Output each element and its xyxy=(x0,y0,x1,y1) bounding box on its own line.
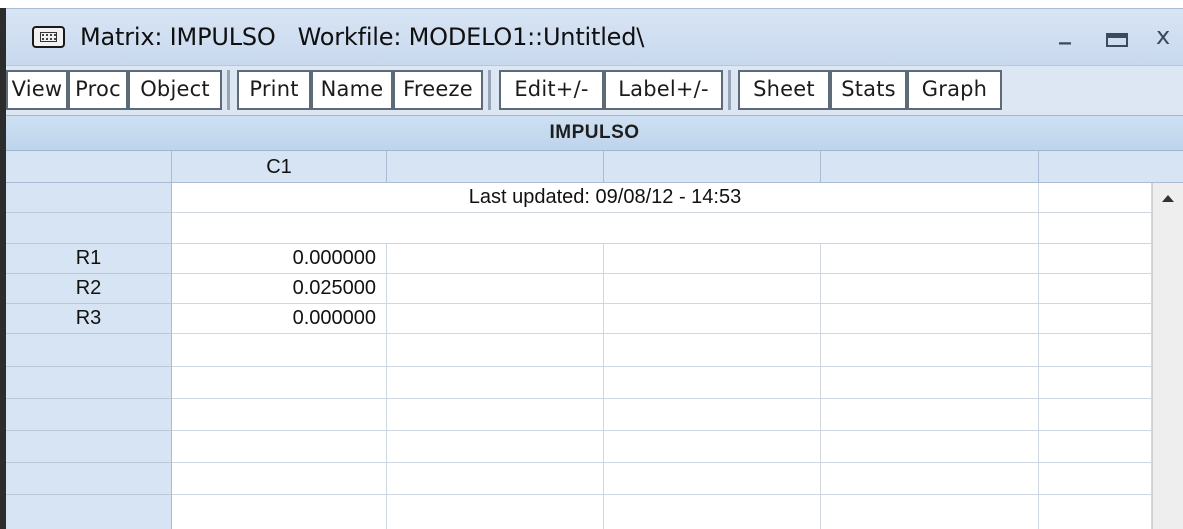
grid-cell[interactable] xyxy=(604,431,821,463)
grid-cell[interactable] xyxy=(821,399,1039,431)
row-header[interactable] xyxy=(6,431,172,463)
grid-cell[interactable] xyxy=(604,334,821,367)
row-header[interactable] xyxy=(6,334,172,367)
title-workfile: Workfile: MODELO1::Untitled\ xyxy=(297,23,645,51)
row-header-r1[interactable]: R1 xyxy=(6,244,172,274)
proc-button[interactable]: Proc xyxy=(68,70,128,110)
grid-cell[interactable] xyxy=(821,367,1039,399)
cell-r2-c1[interactable]: 0.025000 xyxy=(172,274,387,304)
cell-r1-c1[interactable]: 0.000000 xyxy=(172,244,387,274)
name-button[interactable]: Name xyxy=(311,70,393,110)
edit-button[interactable]: Edit+/- xyxy=(499,70,604,110)
stats-button[interactable]: Stats xyxy=(830,70,907,110)
title-bar[interactable]: Matrix: IMPULSO Workfile: MODELO1::Untitl… xyxy=(6,9,1183,65)
window-title: Matrix: IMPULSO Workfile: MODELO1::Untitl… xyxy=(80,23,644,51)
grid-cell[interactable] xyxy=(172,495,387,529)
grid-cell[interactable] xyxy=(1039,183,1152,213)
row-header[interactable] xyxy=(6,495,172,529)
minimize-button[interactable]: _ xyxy=(1059,17,1071,45)
row-header-r2[interactable]: R2 xyxy=(6,274,172,304)
view-button[interactable]: View xyxy=(6,70,68,110)
toolbar: View Proc Object Print Name Freeze Edit+… xyxy=(6,65,1183,115)
scroll-up-arrow-icon[interactable] xyxy=(1162,195,1174,202)
grid-cell[interactable] xyxy=(387,495,604,529)
grid-cell[interactable] xyxy=(604,495,821,529)
matrix-icon xyxy=(32,26,65,48)
grid-cell[interactable] xyxy=(604,244,821,274)
freeze-button[interactable]: Freeze xyxy=(393,70,483,110)
title-matrix: Matrix: IMPULSO xyxy=(80,23,276,51)
toolbar-separator xyxy=(488,70,491,110)
toolbar-separator xyxy=(728,70,731,110)
grid-cell[interactable] xyxy=(821,274,1039,304)
grid-cell[interactable] xyxy=(821,463,1039,495)
row-header[interactable] xyxy=(6,183,172,213)
matrix-window: Matrix: IMPULSO Workfile: MODELO1::Untitl… xyxy=(6,8,1183,529)
corner-cell xyxy=(6,151,172,183)
column-header[interactable] xyxy=(604,151,821,183)
grid-cell[interactable] xyxy=(1039,495,1152,529)
grid-cell[interactable] xyxy=(1039,431,1152,463)
grid-cell[interactable] xyxy=(821,304,1039,334)
grid-cell[interactable] xyxy=(604,304,821,334)
grid-cell[interactable] xyxy=(387,463,604,495)
grid-cell[interactable] xyxy=(1039,399,1152,431)
print-button[interactable]: Print xyxy=(237,70,311,110)
grid-cell[interactable] xyxy=(1039,367,1152,399)
column-header-c1[interactable]: C1 xyxy=(172,151,387,183)
row-header[interactable] xyxy=(6,213,172,244)
grid-cell[interactable] xyxy=(387,367,604,399)
grid-cell[interactable] xyxy=(387,399,604,431)
grid-cell[interactable] xyxy=(1039,213,1152,244)
matrix-grid[interactable]: C1 Last updated: 09/08/12 - 14:53 R1 0.0… xyxy=(6,151,1183,529)
grid-cell[interactable] xyxy=(1039,274,1152,304)
grid-cell[interactable] xyxy=(387,431,604,463)
sheet-button[interactable]: Sheet xyxy=(738,70,830,110)
grid-cell[interactable] xyxy=(172,213,1039,244)
column-header-row: C1 xyxy=(6,151,1183,183)
vertical-scrollbar[interactable] xyxy=(1152,183,1183,529)
maximize-button[interactable] xyxy=(1106,33,1128,47)
label-button[interactable]: Label+/- xyxy=(604,70,723,110)
grid-cell[interactable] xyxy=(387,244,604,274)
grid-cell[interactable] xyxy=(821,431,1039,463)
matrix-title-bar: IMPULSO xyxy=(6,115,1183,151)
grid-cell[interactable] xyxy=(172,367,387,399)
object-button[interactable]: Object xyxy=(128,70,222,110)
grid-cell[interactable] xyxy=(387,304,604,334)
grid-cell[interactable] xyxy=(821,244,1039,274)
grid-cell[interactable] xyxy=(1039,463,1152,495)
row-header-r3[interactable]: R3 xyxy=(6,304,172,334)
grid-cell[interactable] xyxy=(172,463,387,495)
grid-cell[interactable] xyxy=(387,274,604,304)
last-updated-cell[interactable]: Last updated: 09/08/12 - 14:53 xyxy=(172,183,1039,213)
grid-cell[interactable] xyxy=(604,274,821,304)
grid-cell[interactable] xyxy=(172,431,387,463)
column-header[interactable] xyxy=(387,151,604,183)
row-header[interactable] xyxy=(6,463,172,495)
grid-cell[interactable] xyxy=(1039,334,1152,367)
grid-cell[interactable] xyxy=(821,495,1039,529)
grid-cell[interactable] xyxy=(172,399,387,431)
grid-cell[interactable] xyxy=(604,463,821,495)
grid-cell[interactable] xyxy=(1039,244,1152,274)
grid-cell[interactable] xyxy=(387,334,604,367)
grid-cell[interactable] xyxy=(172,334,387,367)
grid-cell[interactable] xyxy=(604,399,821,431)
row-header[interactable] xyxy=(6,367,172,399)
graph-button[interactable]: Graph xyxy=(907,70,1002,110)
close-button[interactable]: x xyxy=(1156,22,1170,50)
column-header[interactable] xyxy=(1039,151,1183,183)
grid-cell[interactable] xyxy=(604,367,821,399)
matrix-name: IMPULSO xyxy=(549,122,640,143)
column-header[interactable] xyxy=(821,151,1039,183)
grid-cell[interactable] xyxy=(821,334,1039,367)
row-header[interactable] xyxy=(6,399,172,431)
cell-r3-c1[interactable]: 0.000000 xyxy=(172,304,387,334)
toolbar-separator xyxy=(227,70,230,110)
grid-cell[interactable] xyxy=(1039,304,1152,334)
